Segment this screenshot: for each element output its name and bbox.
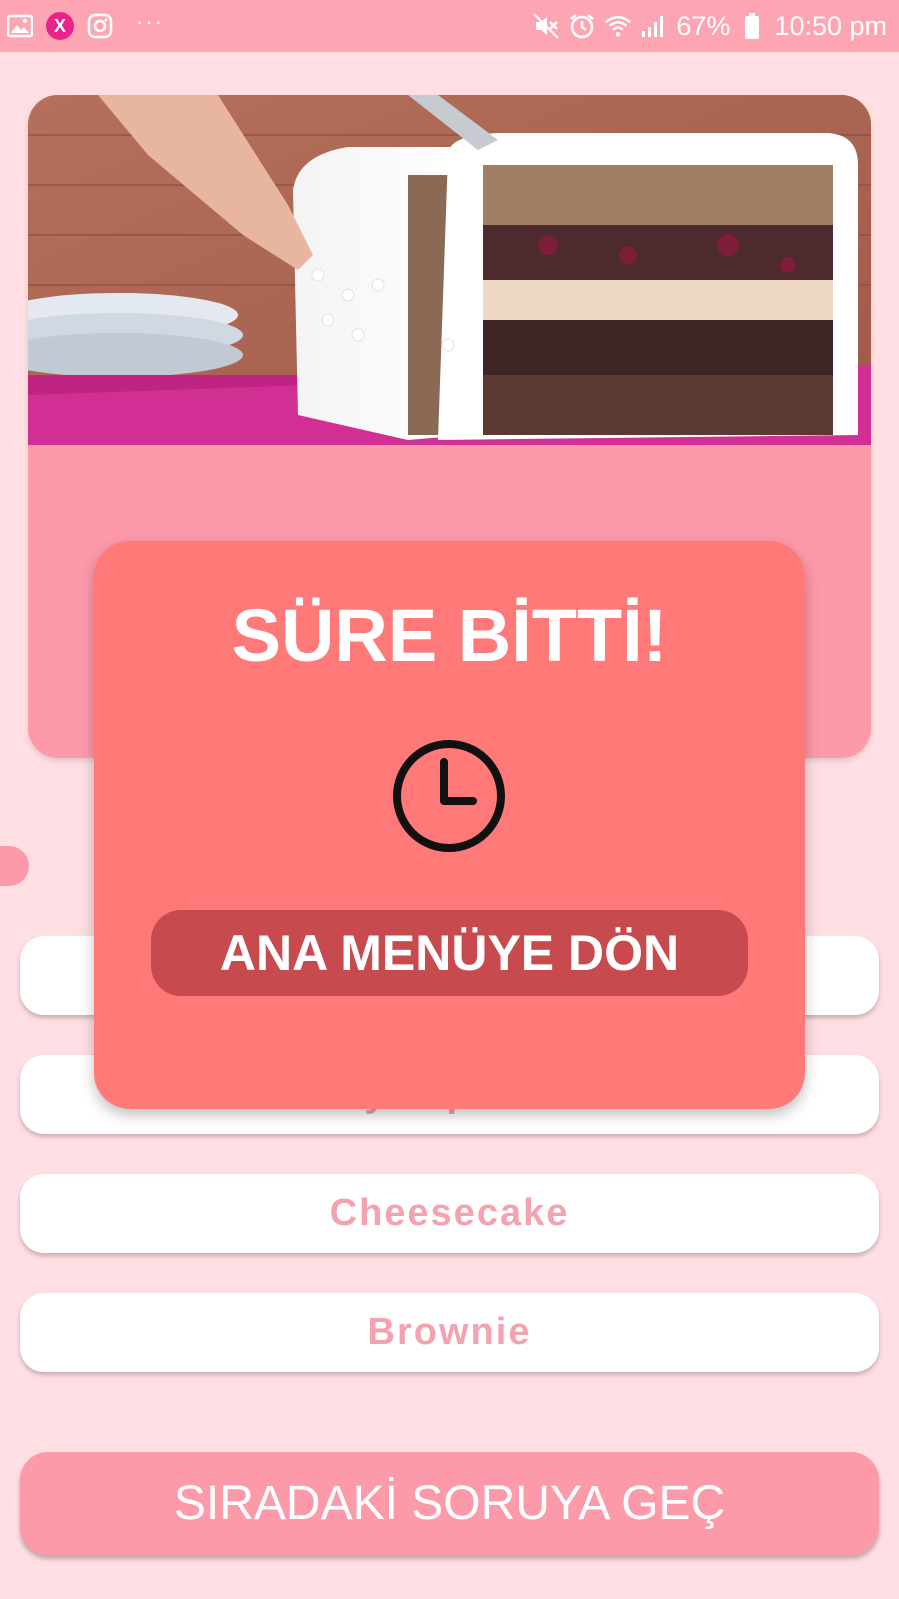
dialog-title: SÜRE BİTTİ! xyxy=(231,594,668,677)
clock-icon xyxy=(391,738,507,854)
more-icon: ··· xyxy=(136,9,164,34)
battery-icon xyxy=(738,12,766,40)
cake-image xyxy=(28,95,871,445)
x-app-icon: X xyxy=(46,12,74,40)
alarm-icon xyxy=(568,12,596,40)
battery-percent: 67% xyxy=(676,10,731,41)
mute-icon xyxy=(532,12,560,40)
main-menu-button[interactable]: ANA MENÜYE DÖN xyxy=(151,910,748,996)
clock-time: 10:50 pm xyxy=(774,10,887,41)
option-3[interactable]: Cheesecake xyxy=(20,1174,879,1253)
signal-icon xyxy=(640,12,668,40)
option-4[interactable]: Brownie xyxy=(20,1293,879,1372)
instagram-icon xyxy=(86,12,114,40)
next-question-button[interactable]: SIRADAKİ SORUYA GEÇ xyxy=(20,1452,879,1555)
status-bar-right: 67% 10:50 pm xyxy=(532,10,887,42)
status-bar: X ··· 67% 10:50 pm xyxy=(0,0,899,52)
gallery-icon xyxy=(6,12,34,40)
wifi-icon xyxy=(604,12,632,40)
status-bar-left: X ··· xyxy=(6,9,164,42)
time-up-dialog: SÜRE BİTTİ! ANA MENÜYE DÖN xyxy=(94,541,805,1109)
